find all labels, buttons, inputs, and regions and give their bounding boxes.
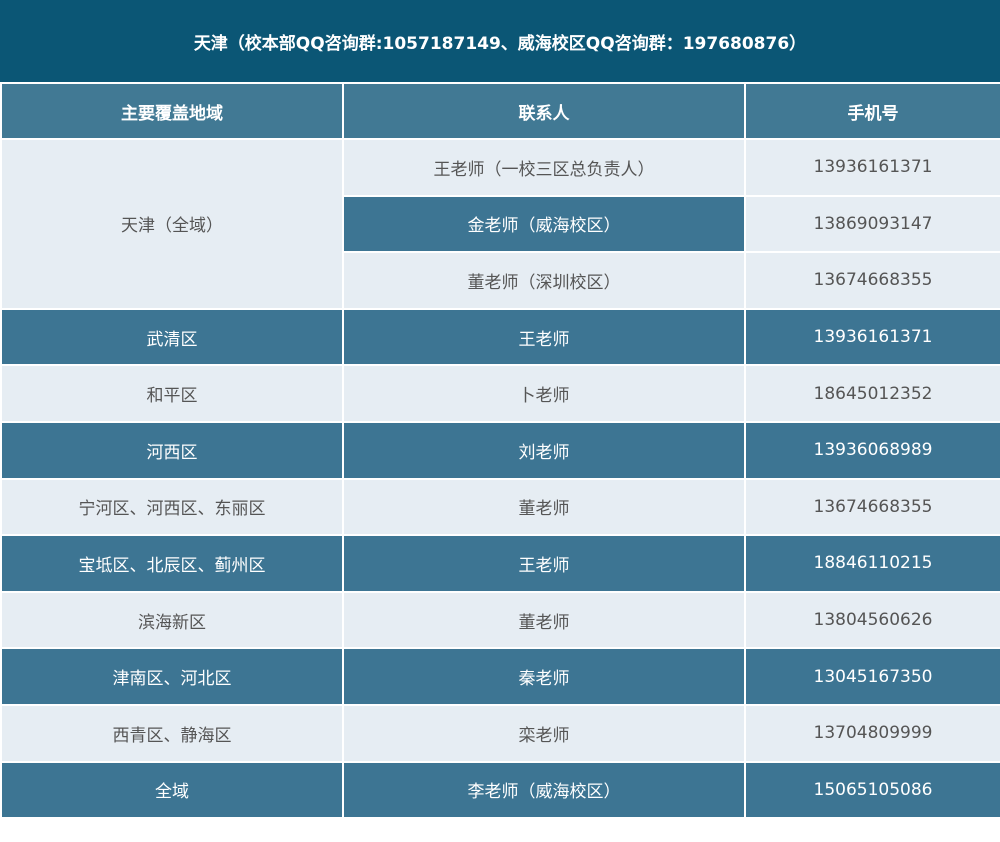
contact-cell: 刘老师 bbox=[342, 420, 746, 480]
table-row: 和平区 卜老师 18645012352 bbox=[0, 364, 1000, 423]
header-region: 主要覆盖地域 bbox=[0, 82, 344, 140]
region-cell: 河西区 bbox=[0, 420, 344, 480]
header-phone: 手机号 bbox=[744, 82, 1000, 140]
table-row: 天津（全域） 王老师（一校三区总负责人） 13936161371 bbox=[0, 138, 1000, 310]
table-row: 全域 李老师（威海校区） 15065105086 bbox=[0, 760, 1000, 820]
region-cell: 滨海新区 bbox=[0, 590, 344, 650]
region-cell: 全域 bbox=[0, 760, 344, 820]
phone-cell: 13936161371 bbox=[744, 138, 1000, 197]
phone-cell: 13674668355 bbox=[744, 251, 1000, 310]
phone-cell: 13936068989 bbox=[744, 420, 1000, 480]
table-row: 滨海新区 董老师 13804560626 bbox=[0, 590, 1000, 650]
contact-cell: 金老师（威海校区） bbox=[342, 194, 746, 254]
contact-cell: 秦老师 bbox=[342, 647, 746, 706]
contact-page: 天津（校本部QQ咨询群:1057187149、威海校区QQ咨询群：1976808… bbox=[0, 0, 1000, 842]
contact-table: 主要覆盖地域 联系人 手机号 天津（全域） 王老师（一校三区总负责人） 1393… bbox=[0, 82, 1000, 820]
phone-cell: 18846110215 bbox=[744, 534, 1000, 593]
table-row: 西青区、静海区 栾老师 13704809999 bbox=[0, 703, 1000, 763]
region-cell: 西青区、静海区 bbox=[0, 703, 344, 763]
table-row: 宝坻区、北辰区、蓟州区 王老师 18846110215 bbox=[0, 534, 1000, 593]
phone-cell: 13704809999 bbox=[744, 703, 1000, 763]
region-cell: 宝坻区、北辰区、蓟州区 bbox=[0, 534, 344, 593]
header-contact: 联系人 bbox=[342, 82, 746, 140]
region-cell: 宁河区、河西区、东丽区 bbox=[0, 477, 344, 537]
phone-cell: 18645012352 bbox=[744, 364, 1000, 423]
phone-cell: 13804560626 bbox=[744, 590, 1000, 650]
table-row: 宁河区、河西区、东丽区 董老师 13674668355 bbox=[0, 477, 1000, 537]
contact-cell: 王老师 bbox=[342, 307, 746, 367]
phone-cell: 13936161371 bbox=[744, 307, 1000, 367]
region-cell: 津南区、河北区 bbox=[0, 647, 344, 706]
region-cell: 天津（全域） bbox=[0, 138, 344, 310]
region-cell: 武清区 bbox=[0, 307, 344, 367]
contact-cell: 栾老师 bbox=[342, 703, 746, 763]
page-title: 天津（校本部QQ咨询群:1057187149、威海校区QQ咨询群：1976808… bbox=[0, 0, 1000, 82]
phone-cell: 13045167350 bbox=[744, 647, 1000, 706]
table-row: 武清区 王老师 13936161371 bbox=[0, 307, 1000, 367]
contact-cell: 董老师 bbox=[342, 477, 746, 537]
region-cell: 和平区 bbox=[0, 364, 344, 423]
contact-cell: 卜老师 bbox=[342, 364, 746, 423]
table-header-row: 主要覆盖地域 联系人 手机号 bbox=[0, 82, 1000, 140]
phone-cell: 13869093147 bbox=[744, 194, 1000, 254]
contact-cell: 董老师 bbox=[342, 590, 746, 650]
table-row: 河西区 刘老师 13936068989 bbox=[0, 420, 1000, 480]
phone-cell: 13674668355 bbox=[744, 477, 1000, 537]
contact-cell: 李老师（威海校区） bbox=[342, 760, 746, 820]
contact-cell: 王老师（一校三区总负责人） bbox=[342, 138, 746, 197]
table-row: 津南区、河北区 秦老师 13045167350 bbox=[0, 647, 1000, 706]
phone-cell: 15065105086 bbox=[744, 760, 1000, 820]
contact-cell: 王老师 bbox=[342, 534, 746, 593]
contact-cell: 董老师（深圳校区） bbox=[342, 251, 746, 310]
